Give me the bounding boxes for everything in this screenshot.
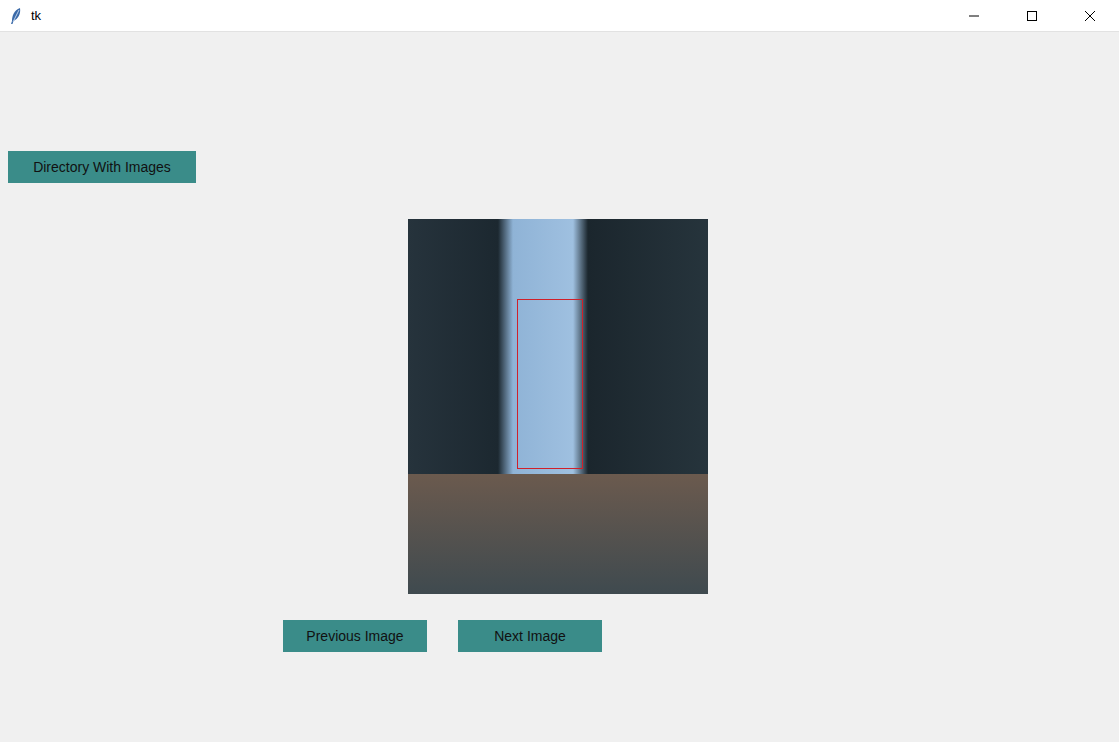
photo bbox=[408, 219, 708, 594]
minimize-button[interactable] bbox=[945, 0, 1003, 32]
close-button[interactable] bbox=[1061, 0, 1119, 32]
app-content: Directory With Images Previous Image Next… bbox=[0, 32, 1119, 652]
title-bar: tk bbox=[0, 0, 1119, 32]
previous-image-button[interactable]: Previous Image bbox=[283, 620, 427, 652]
maximize-icon bbox=[1026, 10, 1038, 22]
maximize-button[interactable] bbox=[1003, 0, 1061, 32]
feather-icon bbox=[9, 7, 23, 25]
navigation-buttons: Previous Image Next Image bbox=[283, 620, 602, 652]
close-icon bbox=[1084, 10, 1096, 22]
next-image-button[interactable]: Next Image bbox=[458, 620, 602, 652]
directory-button[interactable]: Directory With Images bbox=[8, 151, 196, 183]
bounding-box bbox=[517, 299, 583, 469]
minimize-icon bbox=[968, 10, 980, 22]
window-title: tk bbox=[31, 6, 41, 26]
